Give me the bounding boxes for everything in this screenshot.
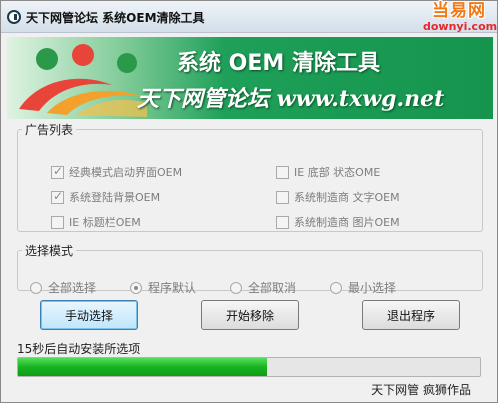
ad-list-legend: 广告列表 xyxy=(25,123,74,137)
checkbox-manufacturer-image-oem[interactable]: 系统制造商 图片OEM xyxy=(276,214,400,230)
checkbox-ie-status-oem[interactable]: IE 底部 状态OME xyxy=(276,164,380,180)
checkbox-box[interactable] xyxy=(51,189,64,204)
radio-circle[interactable] xyxy=(330,281,342,294)
window-title: 天下网管论坛 系统OEM清除工具 xyxy=(26,11,205,25)
exit-program-button[interactable]: 退出程序 xyxy=(362,300,460,330)
app-window: 天下网管论坛 系统OEM清除工具 当易网 downyi.com 系统 OEM 清… xyxy=(0,0,498,403)
checkbox-box[interactable] xyxy=(51,215,64,229)
forum-logo-icon xyxy=(19,44,147,117)
watermark-bottom: downyi.com xyxy=(423,20,498,33)
app-icon xyxy=(7,10,21,24)
start-remove-button[interactable]: 开始移除 xyxy=(201,300,299,330)
radio-program-default[interactable]: 程序默认 xyxy=(130,279,196,296)
checkbox-box[interactable] xyxy=(51,164,64,179)
checkbox-label: 系统制造商 图片OEM xyxy=(294,216,400,229)
radio-minimal-select[interactable]: 最小选择 xyxy=(330,279,396,296)
radio-circle[interactable] xyxy=(130,281,142,294)
radio-label: 最小选择 xyxy=(348,281,397,295)
radio-label: 全部选择 xyxy=(48,281,97,295)
countdown-label: 15秒后自动安装所选项 xyxy=(17,342,141,356)
title-bar: 天下网管论坛 系统OEM清除工具 当易网 downyi.com xyxy=(1,1,497,33)
checkbox-label: 系统制造商 文字OEM xyxy=(294,191,400,204)
checkbox-box[interactable] xyxy=(276,215,289,229)
select-mode-legend: 选择模式 xyxy=(25,244,74,258)
checkbox-box[interactable] xyxy=(276,190,289,204)
banner-subtitle: 天下网管论坛 www.txwg.net xyxy=(137,86,445,112)
manual-select-button[interactable]: 手动选择 xyxy=(40,300,138,330)
radio-label: 全部取消 xyxy=(248,281,297,295)
select-mode-group: 选择模式 全部选择 程序默认 全部取消 最小选择 xyxy=(17,242,483,295)
checkbox-classic-boot-oem[interactable]: 经典模式启动界面OEM xyxy=(51,164,182,180)
checkbox-label: 经典模式启动界面OEM xyxy=(69,166,183,179)
checkbox-label: IE 底部 状态OME xyxy=(294,166,381,179)
author-credit: 天下网管 疯狮作品 xyxy=(371,383,471,397)
radio-circle[interactable] xyxy=(230,281,242,294)
radio-circle[interactable] xyxy=(30,281,42,294)
checkbox-label: IE 标题栏OEM xyxy=(69,216,141,229)
banner-title: 系统 OEM 清除工具 xyxy=(177,51,380,76)
header-banner: 系统 OEM 清除工具 天下网管论坛 www.txwg.net xyxy=(7,37,493,119)
radio-label: 程序默认 xyxy=(148,281,197,295)
site-watermark: 当易网 downyi.com xyxy=(423,1,498,35)
checkbox-ie-title-oem[interactable]: IE 标题栏OEM xyxy=(51,214,141,230)
progress-fill xyxy=(18,358,268,376)
radio-cancel-all[interactable]: 全部取消 xyxy=(230,279,296,296)
checkbox-box[interactable] xyxy=(276,165,289,179)
checkbox-label: 系统登陆背景OEM xyxy=(69,191,161,204)
ad-list-group: 广告列表 经典模式启动界面OEM IE 底部 状态OME 系统登陆背景OEM 系… xyxy=(17,121,483,232)
checkbox-manufacturer-text-oem[interactable]: 系统制造商 文字OEM xyxy=(276,189,400,205)
progress-bar xyxy=(17,357,481,377)
watermark-top: 当易网 xyxy=(432,1,486,21)
checkbox-login-background-oem[interactable]: 系统登陆背景OEM xyxy=(51,189,160,205)
radio-select-all[interactable]: 全部选择 xyxy=(30,279,96,296)
